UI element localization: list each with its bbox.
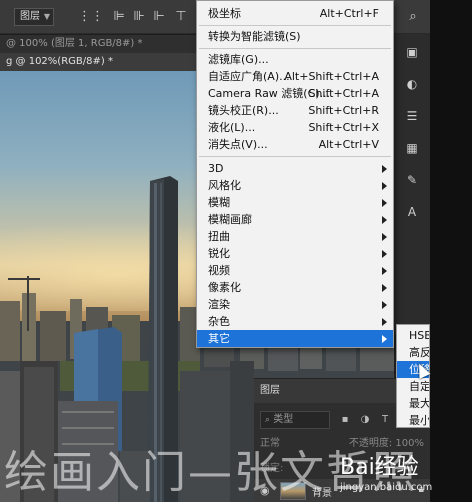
submenu-arrow-icon — [382, 335, 387, 343]
align-center-icon[interactable]: ⊪ — [130, 8, 148, 26]
character-icon[interactable]: A — [402, 202, 422, 222]
menu-item-label: 消失点(V)... — [208, 138, 268, 151]
logo-text: Bai经验 — [340, 455, 419, 480]
auto-select-label: 图层 — [20, 11, 40, 22]
menu-item-liquify[interactable]: 液化(L)... Shift+Ctrl+X — [197, 119, 393, 136]
menu-item-pixelate[interactable]: 像素化 — [197, 279, 393, 296]
menu-item-camera-raw[interactable]: Camera Raw 滤镜(C)... Shift+Ctrl+A — [197, 85, 393, 102]
menu-item-sharpen[interactable]: 锐化 — [197, 245, 393, 262]
menu-item-video[interactable]: 视频 — [197, 262, 393, 279]
menu-item-label: 转换为智能滤镜(S) — [208, 30, 301, 43]
menu-item-shortcut: Alt+Ctrl+F — [319, 7, 379, 20]
show-transform-icon[interactable]: ⋮⋮ — [78, 8, 104, 26]
menu-item-convert-smart-filters[interactable]: 转换为智能滤镜(S) — [197, 28, 393, 45]
menu-item-shortcut: Shift+Ctrl+X — [308, 121, 379, 134]
submenu-arrow-icon — [382, 318, 387, 326]
menu-item-stylize[interactable]: 风格化 — [197, 177, 393, 194]
menu-item-other[interactable]: 其它 — [197, 330, 393, 347]
align-top-icon[interactable]: ⊤ — [172, 8, 190, 26]
menu-item-shortcut: Shift+Ctrl+A — [308, 87, 379, 100]
document-tab-active[interactable]: g @ 102%(RGB/8#) * — [0, 53, 200, 71]
menu-item-label: 自适应广角(A)... — [208, 70, 290, 83]
submenu-item-high-pass[interactable]: 高反 — [397, 344, 429, 361]
search-icon[interactable]: ⌕ — [404, 8, 422, 26]
submenu-arrow-icon — [382, 233, 387, 241]
submenu-arrow-icon — [382, 199, 387, 207]
watermark-url: jingyan.baidu.com — [340, 482, 433, 493]
right-dock: ▣ ◐ ☰ ▦ ✎ A — [394, 34, 430, 334]
menu-item-label: 风格化 — [208, 179, 241, 192]
submenu-arrow-icon — [382, 216, 387, 224]
history-icon[interactable]: ▣ — [402, 42, 422, 62]
menu-item-3d[interactable]: 3D — [197, 160, 393, 177]
menu-item-label: 像素化 — [208, 281, 241, 294]
letterbox-edge — [430, 0, 472, 502]
menu-item-shortcut: Alt+Shift+Ctrl+A — [284, 70, 379, 83]
filter-adjustment-icon[interactable]: ◑ — [358, 413, 372, 427]
submenu-item-custom[interactable]: 自定 — [397, 378, 429, 395]
menu-item-label: 滤镜库(G)... — [208, 53, 269, 66]
baidu-jingyan-logo: Bai经验 — [340, 456, 419, 480]
submenu-arrow-icon — [382, 267, 387, 275]
brush-icon[interactable]: ✎ — [402, 170, 422, 190]
menu-item-adaptive-wide-angle[interactable]: 自适应广角(A)... Alt+Shift+Ctrl+A — [197, 68, 393, 85]
swatches-icon[interactable]: ▦ — [402, 138, 422, 158]
menu-item-label: 锐化 — [208, 247, 230, 260]
menu-item-label: 模糊画廊 — [208, 213, 252, 226]
menu-item-label: 3D — [208, 162, 224, 175]
menu-item-label: 渲染 — [208, 298, 230, 311]
menu-item-label: 镜头校正(R)... — [208, 104, 279, 117]
menu-item-shortcut: Shift+Ctrl+R — [308, 104, 379, 117]
menu-item-noise[interactable]: 杂色 — [197, 313, 393, 330]
document-tab-inactive[interactable]: @ 100% (图层 1, RGB/8#) * — [0, 35, 200, 53]
menu-item-distort[interactable]: 扭曲 — [197, 228, 393, 245]
submenu-item-maximum[interactable]: 最大 — [397, 395, 429, 412]
align-right-icon[interactable]: ⊩ — [150, 8, 168, 26]
submenu-arrow-icon — [382, 165, 387, 173]
menu-item-label: 杂色 — [208, 315, 230, 328]
menu-separator — [199, 156, 391, 157]
menu-item-shortcut: Alt+Ctrl+V — [318, 138, 379, 151]
submenu-arrow-icon — [382, 284, 387, 292]
filter-type-icon[interactable]: T — [378, 413, 392, 427]
layer-filter-label: 类型 — [273, 414, 294, 425]
menu-item-blur-gallery[interactable]: 模糊画廊 — [197, 211, 393, 228]
filter-pixel-icon[interactable]: ▪ — [338, 413, 352, 427]
properties-icon[interactable]: ☰ — [402, 106, 422, 126]
menu-item-label: 其它 — [208, 332, 230, 345]
search-icon: ⌕ — [265, 415, 271, 425]
submenu-item-hsb[interactable]: HSB — [397, 327, 429, 344]
menu-item-label: 液化(L)... — [208, 121, 256, 134]
menu-item-polar-coordinates[interactable]: 极坐标 Alt+Ctrl+F — [197, 5, 393, 22]
menu-separator — [199, 25, 391, 26]
submenu-arrow-icon — [382, 182, 387, 190]
filter-menu: 极坐标 Alt+Ctrl+F 转换为智能滤镜(S) 滤镜库(G)... 自适应广… — [196, 0, 394, 348]
auto-select-dropdown[interactable]: 图层 ▼ — [14, 8, 54, 26]
menu-item-render[interactable]: 渲染 — [197, 296, 393, 313]
menu-item-vanishing-point[interactable]: 消失点(V)... Alt+Ctrl+V — [197, 136, 393, 153]
menu-item-label: 模糊 — [208, 196, 230, 209]
chevron-down-icon: ▼ — [43, 12, 50, 21]
menu-item-lens-correction[interactable]: 镜头校正(R)... Shift+Ctrl+R — [197, 102, 393, 119]
align-left-icon[interactable]: ⊫ — [110, 8, 128, 26]
menu-item-blur[interactable]: 模糊 — [197, 194, 393, 211]
menu-item-label: 极坐标 — [208, 7, 241, 20]
menu-separator — [199, 48, 391, 49]
submenu-arrow-icon — [382, 301, 387, 309]
menu-item-label: 扭曲 — [208, 230, 230, 243]
submenu-arrow-icon — [382, 250, 387, 258]
submenu-item-minimum[interactable]: 最小 — [397, 412, 429, 427]
menu-item-filter-gallery[interactable]: 滤镜库(G)... — [197, 51, 393, 68]
adjustments-icon[interactable]: ◐ — [402, 74, 422, 94]
menu-item-label: 视频 — [208, 264, 230, 277]
layer-filter-field[interactable]: ⌕ 类型 — [260, 411, 330, 429]
